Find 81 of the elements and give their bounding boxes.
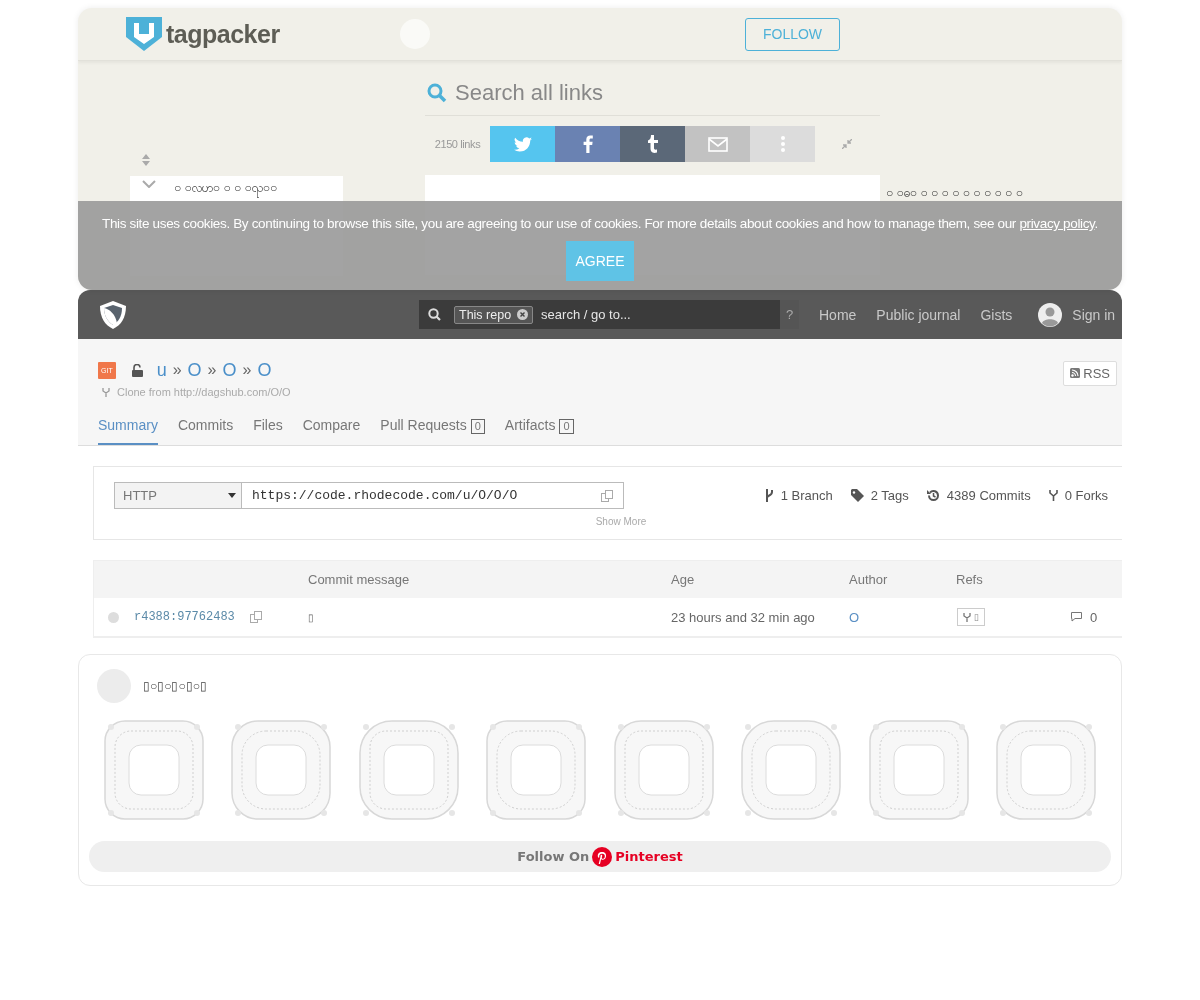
tab[interactable]: Artifacts 0 <box>504 417 574 445</box>
tab[interactable]: Compare <box>302 417 361 445</box>
forks-stat-link[interactable]: 0 Forks <box>1048 488 1108 503</box>
fork-icon <box>963 612 971 622</box>
more-share-button[interactable] <box>750 126 815 162</box>
help-button[interactable]: ? <box>780 300 799 329</box>
t-letter-icon <box>646 135 659 153</box>
clone-source: Clone from http://dagshub.com/O/O <box>117 386 291 398</box>
nav-link[interactable]: Gists <box>980 306 1013 323</box>
pinterest-logo-icon <box>592 846 613 867</box>
breadcrumb-link[interactable]: u <box>156 359 167 381</box>
sort-icon[interactable] <box>142 154 150 166</box>
tab[interactable]: Commits <box>177 417 234 445</box>
author-link[interactable]: O <box>836 609 956 625</box>
privacy-policy-link[interactable]: privacy policy <box>1019 216 1095 231</box>
bird-icon <box>513 136 532 152</box>
breadcrumb-link[interactable]: O <box>187 359 202 381</box>
tag-stat-link[interactable]: 2 Tags <box>850 488 909 503</box>
board-title: ▯○▯○▯○▯○▯ <box>143 679 207 693</box>
search-icon <box>428 308 441 321</box>
column-header: Age <box>671 572 696 587</box>
copy-icon[interactable] <box>601 489 613 502</box>
tag-icon <box>850 489 864 502</box>
search-icon <box>427 82 447 103</box>
collapse-icon[interactable] <box>842 139 852 149</box>
cookie-message: This site uses cookies. By continuing to browse this site, you are agreeing to our use of cookies. For more details about cookies and how to manage them, see our privacy policy. <box>102 216 1098 231</box>
f-letter-icon <box>582 135 593 153</box>
breadcrumb-separator: » <box>207 361 217 379</box>
search-field[interactable]: Search all links <box>453 78 837 107</box>
comment-icon <box>1071 612 1082 622</box>
logo-icon <box>126 17 162 51</box>
ref-tag[interactable]: ▯ <box>957 608 985 626</box>
user-avatar-icon[interactable] <box>1038 302 1063 327</box>
rss-icon <box>1070 368 1081 378</box>
caret-icon <box>228 493 236 498</box>
facebook-share-button[interactable] <box>555 126 620 162</box>
nav-link[interactable]: Public journal <box>876 306 961 323</box>
scope-chip[interactable]: This repo <box>454 305 534 324</box>
follow-button[interactable]: FOLLOW <box>745 17 840 51</box>
show-more-link[interactable]: Show More <box>595 516 647 527</box>
fork-icon <box>1048 490 1058 501</box>
breadcrumb-link[interactable]: O <box>222 359 237 381</box>
commit-message: ▯ <box>308 611 315 623</box>
breadcrumb-separator: » <box>172 361 182 379</box>
branch-icon <box>764 489 774 502</box>
comment-count: 0 <box>1090 609 1098 625</box>
follow-on-pinterest-button[interactable]: Follow On Pinterest <box>89 841 1111 872</box>
branch-stat-link[interactable]: 1 Branch <box>764 488 833 503</box>
commit-age: 23 hours and 32 min ago <box>671 609 816 625</box>
tag-list: ○ ○လဟ○ ○ ○ ○ၺ○○ <box>174 180 278 196</box>
status-dot <box>108 611 119 623</box>
tag-list: ○ ○ဓ○ ○ ○ ○ ○ ○ ○ ○ ○ ○ ○ <box>886 186 1023 200</box>
chevron-icon[interactable] <box>142 180 156 188</box>
link-count: 2150 links <box>433 138 482 150</box>
breadcrumb-link[interactable]: O <box>257 359 272 381</box>
tab[interactable]: Summary <box>98 417 158 445</box>
twitter-share-button[interactable] <box>490 126 555 162</box>
commit-link[interactable]: r4388:97762483 <box>134 610 235 624</box>
rss-button[interactable]: RSS <box>1063 360 1117 386</box>
clear-icon[interactable] <box>517 309 529 320</box>
column-header: Commit message <box>308 572 411 587</box>
tab[interactable]: Files <box>253 417 283 445</box>
column-header: Author <box>848 572 889 587</box>
breadcrumb-separator: » <box>242 361 252 379</box>
column-header: Refs <box>956 572 984 587</box>
history-icon <box>926 489 940 502</box>
protocol-select[interactable]: HTTP <box>114 482 242 509</box>
fork-icon <box>102 387 110 397</box>
nav-link[interactable]: Home <box>819 306 857 323</box>
commits-stat-link[interactable]: 4389 Commits <box>926 488 1031 503</box>
clone-url-field[interactable]: https://code.rhodecode.com/u/O/O/O <box>242 482 624 509</box>
logo-text: tagpacker <box>166 19 280 49</box>
copy-icon[interactable] <box>249 611 262 623</box>
tumblr-share-button[interactable] <box>620 126 685 162</box>
tab[interactable]: Pull Requests 0 <box>380 417 485 445</box>
shield-logo-icon[interactable] <box>98 299 128 330</box>
unlocked-padlock-icon <box>131 363 143 377</box>
search-bar[interactable]: This repo search / go to... ? <box>419 300 799 329</box>
sign-in-link[interactable]: Sign in <box>1072 306 1116 323</box>
envelope-icon <box>707 136 728 152</box>
more-icon <box>780 136 785 152</box>
